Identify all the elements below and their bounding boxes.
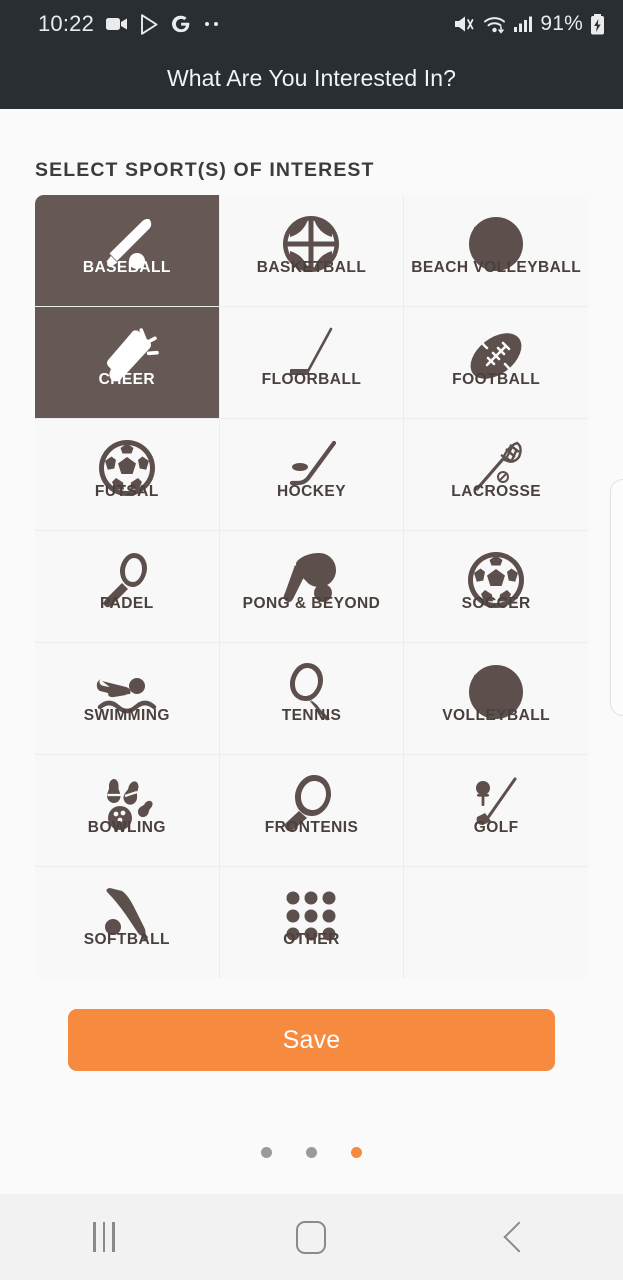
sport-tile-frontenis[interactable]: FRONTENIS [219, 755, 404, 866]
sport-label: LACROSSE [451, 483, 542, 500]
sport-label: TENNIS [281, 707, 342, 724]
sport-tile-swimming[interactable]: SWIMMING [35, 643, 219, 754]
status-bar-clock: 10:22 [38, 11, 95, 36]
page-content: SELECT SPORT(S) OF INTEREST BASEBALL BAS… [0, 109, 623, 1194]
page-indicator [0, 1147, 623, 1158]
page-dot-1[interactable] [261, 1147, 272, 1158]
sport-tile-bowling[interactable]: BOWLING [35, 755, 219, 866]
sport-tile-futsal[interactable]: FUTSAL [35, 419, 219, 530]
recents-icon [93, 1222, 115, 1252]
sport-tile-soccer[interactable]: SOCCER [404, 531, 588, 642]
recents-button[interactable] [44, 1207, 164, 1267]
edge-panel-handle[interactable] [610, 479, 623, 716]
home-icon [296, 1220, 327, 1254]
sport-tile-softball[interactable]: SOFTBALL [35, 867, 219, 978]
sport-tile-pong-and-beyond[interactable]: PONG & BEYOND [219, 531, 404, 642]
status-bar-left: 10:22 [38, 11, 219, 37]
sport-label: BASEBALL [82, 259, 171, 276]
sport-tile-cheer[interactable]: CHEER [35, 307, 219, 418]
sport-tile-floorball[interactable]: FLOORBALL [219, 307, 404, 418]
phone-screen: 10:22 91% What Are You Interested In? SE… [0, 0, 623, 1280]
sport-label: CHEER [98, 371, 156, 388]
page-dot-2[interactable] [306, 1147, 317, 1158]
sport-label: PADEL [100, 595, 154, 612]
sport-label: FRONTENIS [264, 819, 359, 836]
cellular-signal-icon [513, 15, 533, 33]
back-button[interactable] [459, 1207, 579, 1267]
sport-tile-football[interactable]: FOOTBALL [404, 307, 588, 418]
mute-icon [454, 14, 476, 34]
back-chevron-icon [503, 1221, 535, 1253]
sport-label: SOFTBALL [83, 931, 170, 948]
sport-label: VOLLEYBALL [442, 707, 551, 724]
sport-label: GOLF [473, 819, 519, 836]
battery-percent-label: 91% [540, 12, 583, 35]
sport-tile-empty [404, 867, 588, 978]
save-button[interactable]: Save [68, 1009, 555, 1071]
page-title: What Are You Interested In? [166, 65, 457, 91]
system-navigation-bar [0, 1194, 623, 1280]
status-bar: 10:22 91% [0, 0, 623, 48]
sport-label: HOCKEY [276, 483, 346, 500]
sport-tile-other[interactable]: OTHER [219, 867, 404, 978]
play-store-icon [140, 13, 159, 35]
app-title-bar: What Are You Interested In? [0, 48, 623, 109]
sport-tile-lacrosse[interactable]: LACROSSE [404, 419, 588, 530]
sports-grid: BASEBALL BASKETBALL BEACH VOLLEYBALL CHE… [35, 195, 588, 978]
sport-label: OTHER [283, 931, 340, 948]
sport-tile-baseball[interactable]: BASEBALL [35, 195, 219, 306]
video-camera-icon [106, 16, 128, 32]
battery-charging-icon [590, 13, 605, 35]
sport-label: BOWLING [87, 819, 166, 836]
sport-tile-hockey[interactable]: HOCKEY [219, 419, 404, 530]
sport-tile-volleyball[interactable]: VOLLEYBALL [404, 643, 588, 754]
home-button[interactable] [251, 1207, 371, 1267]
sport-label: BASKETBALL [256, 259, 367, 276]
sport-tile-padel[interactable]: PADEL [35, 531, 219, 642]
status-bar-right: 91% [454, 12, 605, 36]
sport-tile-beach-volleyball[interactable]: BEACH VOLLEYBALL [404, 195, 588, 306]
sport-label: SWIMMING [83, 707, 170, 724]
sport-tile-golf[interactable]: GOLF [404, 755, 588, 866]
sport-tile-basketball[interactable]: BASKETBALL [219, 195, 404, 306]
wifi-icon [483, 15, 506, 34]
sport-tile-tennis[interactable]: TENNIS [219, 643, 404, 754]
section-heading: SELECT SPORT(S) OF INTEREST [35, 159, 375, 181]
sport-label: SOCCER [461, 595, 531, 612]
sport-label: PONG & BEYOND [242, 595, 381, 612]
more-notifications-icon [205, 22, 219, 26]
sport-label: BEACH VOLLEYBALL [411, 259, 582, 276]
sport-label: FLOORBALL [261, 371, 362, 388]
google-g-icon [171, 14, 191, 34]
page-dot-3-active[interactable] [351, 1147, 362, 1158]
sport-label: FOOTBALL [452, 371, 541, 388]
sport-label: FUTSAL [94, 483, 159, 500]
